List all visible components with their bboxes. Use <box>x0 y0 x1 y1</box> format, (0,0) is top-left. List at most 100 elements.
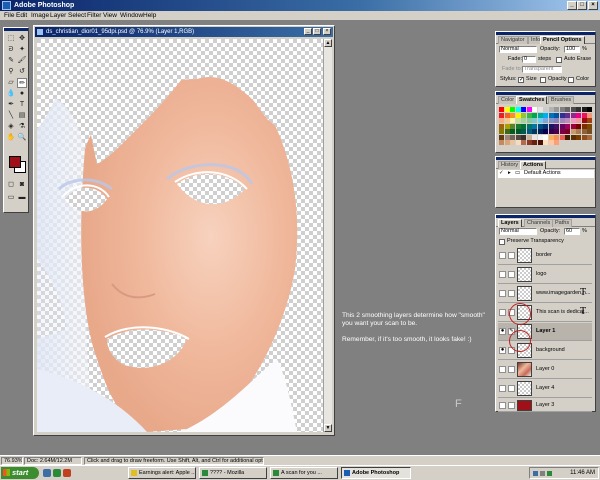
color-swatch[interactable] <box>554 129 559 134</box>
color-swatch[interactable] <box>499 107 504 112</box>
hand-tool-icon[interactable]: ✋ <box>6 133 16 143</box>
color-swatch[interactable] <box>521 140 526 145</box>
lasso-tool-icon[interactable]: ᘐ <box>6 45 16 55</box>
color-swatch[interactable] <box>515 123 521 129</box>
color-swatch[interactable] <box>587 123 592 129</box>
color-swatch[interactable] <box>554 123 559 129</box>
color-swatch[interactable] <box>499 129 504 134</box>
color-swatch[interactable] <box>570 134 576 140</box>
menu-view[interactable]: View <box>103 12 117 20</box>
airbrush-tool-icon[interactable]: ✎ <box>6 56 16 66</box>
color-swatch[interactable] <box>510 134 515 140</box>
color-swatch[interactable] <box>532 129 537 134</box>
pencil-tool-icon[interactable]: ✏ <box>17 78 27 88</box>
color-swatch[interactable] <box>510 118 515 123</box>
color-swatch[interactable] <box>499 118 504 123</box>
color-swatch[interactable] <box>587 112 592 118</box>
action-set-row[interactable]: ✓ ▸ ▭ Default Actions <box>498 170 594 178</box>
eyedropper-tool-icon[interactable]: ⚗ <box>17 122 27 132</box>
color-swatch[interactable] <box>576 118 581 123</box>
layer-row[interactable]: border <box>498 247 592 265</box>
layer-visibility-toggle[interactable] <box>499 252 506 259</box>
stylus-opacity-checkbox[interactable] <box>540 77 546 83</box>
gradient-tool-icon[interactable]: ▤ <box>17 111 27 121</box>
color-swatch[interactable] <box>504 107 510 112</box>
color-swatch[interactable] <box>526 123 532 129</box>
color-swatch[interactable] <box>532 123 537 129</box>
color-swatch[interactable] <box>504 118 510 123</box>
layer-row[interactable]: Layer 0 <box>498 361 592 379</box>
zoom-tool-icon[interactable]: 🔍 <box>17 133 27 143</box>
tab-color[interactable]: Color <box>498 96 518 104</box>
color-swatch[interactable] <box>576 134 581 140</box>
color-swatch[interactable] <box>537 118 543 123</box>
type-tool-icon[interactable]: T <box>17 100 27 110</box>
color-swatch[interactable] <box>548 129 554 134</box>
layer-opacity-input[interactable]: 60 <box>564 228 580 235</box>
color-swatch[interactable] <box>526 140 532 145</box>
color-swatch[interactable] <box>565 112 570 118</box>
tab-channels[interactable]: Channels <box>524 219 554 227</box>
color-swatch[interactable] <box>576 123 581 129</box>
color-swatch[interactable] <box>581 112 587 118</box>
color-swatch[interactable] <box>515 140 521 145</box>
color-swatch[interactable] <box>548 134 554 140</box>
eye-icon[interactable]: ● <box>499 347 506 354</box>
color-swatch[interactable] <box>532 118 537 123</box>
color-swatch[interactable] <box>581 129 587 134</box>
color-swatch[interactable] <box>565 129 570 134</box>
layer-visibility-toggle[interactable] <box>499 385 506 392</box>
color-swatch[interactable] <box>515 112 521 118</box>
foreground-color-swatch[interactable] <box>9 156 21 168</box>
rubber-stamp-tool-icon[interactable]: ⚲ <box>6 67 16 77</box>
move-tool-icon[interactable]: ✥ <box>17 34 27 44</box>
color-swatch[interactable] <box>532 107 537 112</box>
layer-blend-mode-select[interactable]: Normal <box>499 228 537 235</box>
color-swatch[interactable] <box>543 129 548 134</box>
color-swatch[interactable] <box>543 118 548 123</box>
color-swatch[interactable] <box>515 118 521 123</box>
layer-link-toggle[interactable] <box>508 402 515 409</box>
color-swatch[interactable] <box>510 140 515 145</box>
color-swatch[interactable] <box>537 134 543 140</box>
color-swatch[interactable] <box>570 112 576 118</box>
color-swatch[interactable] <box>521 129 526 134</box>
close-button[interactable]: × <box>588 1 598 10</box>
menu-select[interactable]: Select <box>68 12 86 20</box>
tab-actions[interactable]: Actions <box>520 161 547 169</box>
layer-visibility-toggle[interactable] <box>499 402 506 409</box>
stylus-size-checkbox[interactable] <box>518 76 524 83</box>
screen-mode-standard-icon[interactable]: ▭ <box>6 193 16 203</box>
dodge-tool-icon[interactable]: ● <box>17 89 27 99</box>
tab-layers[interactable]: Layers <box>498 219 522 227</box>
taskbar-task-active[interactable]: Adobe Photoshop <box>341 467 411 479</box>
zoom-level[interactable]: 76.93% <box>1 457 23 465</box>
color-swatch[interactable] <box>504 123 510 129</box>
color-swatch[interactable] <box>570 123 576 129</box>
color-swatch[interactable] <box>570 129 576 134</box>
color-swatch[interactable] <box>537 140 543 145</box>
show-desktop-icon[interactable] <box>43 469 51 477</box>
color-swatch[interactable] <box>504 129 510 134</box>
color-swatch[interactable] <box>554 134 559 140</box>
color-swatch[interactable] <box>515 129 521 134</box>
color-swatch[interactable] <box>521 134 526 140</box>
color-swatch[interactable] <box>526 118 532 123</box>
color-swatch[interactable] <box>543 134 548 140</box>
quick-mask-mode-icon[interactable]: ◙ <box>17 180 27 190</box>
standard-mode-icon[interactable]: ◻ <box>6 180 16 190</box>
color-swatch[interactable] <box>510 129 515 134</box>
color-swatch[interactable] <box>587 129 592 134</box>
color-swatch[interactable] <box>537 129 543 134</box>
tab-history[interactable]: History <box>498 161 522 169</box>
tab-pencil-options[interactable]: Pencil Options <box>540 36 585 44</box>
history-brush-tool-icon[interactable]: ↺ <box>17 67 27 77</box>
color-swatch[interactable] <box>537 123 543 129</box>
color-swatch[interactable] <box>499 112 504 118</box>
line-tool-icon[interactable]: ╲ <box>6 111 16 121</box>
doc-minimize-button[interactable]: _ <box>304 28 312 35</box>
fade-steps-input[interactable]: 0 <box>522 56 536 63</box>
color-swatch[interactable] <box>526 129 532 134</box>
color-swatch[interactable] <box>587 118 592 123</box>
color-swatch[interactable] <box>559 107 565 112</box>
